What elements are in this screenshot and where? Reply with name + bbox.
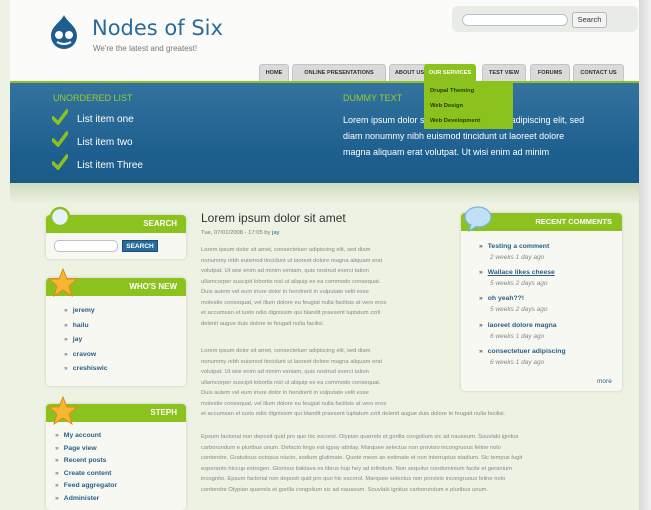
banner-list-item: List item Three	[77, 160, 143, 171]
more-link[interactable]: more	[597, 378, 612, 385]
dummy-line: diam nonummy nibh euismod tincidunt ut l…	[343, 131, 565, 141]
comment-link[interactable]: » Wallace likes cheese	[479, 269, 555, 276]
dummy-line: magna aliquam erat volutpat. Ut wisi eni…	[343, 147, 550, 157]
banner-right-heading: DUMMY TEXT	[343, 93, 403, 103]
user-link[interactable]: » cravow	[64, 351, 96, 358]
user-link[interactable]: » jay	[64, 336, 82, 343]
primary-nav: HOME ONLINE PRESENTATIONS ABOUT US OUR S…	[10, 64, 639, 82]
comment-link[interactable]: » oh yeah??!	[479, 295, 524, 302]
nav-our-services[interactable]: OUR SERVICES	[424, 64, 476, 81]
nav-link-my-account[interactable]: » My account	[55, 432, 101, 439]
comment-time: 5 weeks 2 days ago	[490, 280, 548, 287]
star-icon	[48, 396, 78, 426]
site-name[interactable]: Nodes of Six	[92, 16, 223, 40]
header-search-button[interactable]: Search	[572, 12, 607, 28]
banner-list-item: List item two	[77, 137, 133, 148]
magnifier-icon	[49, 206, 74, 232]
nav-home[interactable]: HOME	[259, 64, 289, 81]
drupal-logo-icon[interactable]	[46, 14, 82, 50]
banner-list-item: List item one	[77, 114, 134, 125]
article-paragraph: Epsum factorial non deposit quid pro quo…	[201, 434, 523, 493]
comment-link[interactable]: » laoreet dolore magna	[479, 322, 557, 329]
article-title[interactable]: Lorem ipsum dolor sit amet	[201, 211, 346, 225]
nav-forums[interactable]: FORUMS	[530, 64, 570, 81]
nav-test-view[interactable]: TEST VIEW	[482, 64, 526, 81]
dropdown-item-web-design[interactable]: Web Design	[424, 99, 513, 114]
comment-time: 6 weeks 1 day ago	[490, 333, 545, 340]
comment-time: 2 weeks 1 day ago	[490, 254, 545, 261]
dropdown-item-web-development[interactable]: Web Development	[424, 114, 513, 129]
sidebar-search-input[interactable]	[54, 240, 118, 252]
user-link[interactable]: » jeremy	[64, 307, 95, 314]
header-search-input[interactable]	[462, 14, 568, 26]
nav-link-feed-aggregator[interactable]: » Feed aggregator	[55, 482, 117, 489]
comment-link[interactable]: » consectetuer adipiscing	[479, 348, 566, 355]
nav-link-page-view[interactable]: » Page view	[55, 445, 97, 452]
nav-online-presentations[interactable]: ONLINE PRESENTATIONS	[292, 64, 386, 81]
banner-left-heading: UNORDERED LIST	[53, 93, 133, 103]
user-link[interactable]: » hailu	[64, 322, 89, 329]
author-link[interactable]: jay	[272, 230, 279, 236]
nav-contact-us[interactable]: CONTACT US	[573, 64, 624, 81]
comment-time: 6 weeks 1 day ago	[490, 359, 545, 366]
site-header: Nodes of Six We're the latest and greate…	[10, 0, 639, 82]
recent-comments-block: RECENT COMMENTS » Testing a comment 2 wee…	[461, 213, 622, 391]
star-icon	[48, 268, 78, 298]
checkmark-icon	[52, 109, 68, 125]
article-meta: Tue, 07/01/2008 - 17:05 by jay	[201, 230, 280, 236]
nav-link-create-content[interactable]: » Create content	[55, 470, 111, 477]
sidebar-search-button[interactable]: SEARCH	[122, 240, 158, 252]
checkmark-icon	[52, 154, 68, 170]
services-dropdown: Drupal Theming Web Design Web Developmen…	[424, 81, 513, 129]
comment-link[interactable]: » Testing a comment	[479, 243, 549, 250]
article-paragraph: Lorem ipsum dolor sit amet, consectetuer…	[201, 247, 387, 327]
page-shadow	[639, 0, 651, 510]
nav-link-administer[interactable]: » Administer	[55, 495, 99, 502]
header-search: Search	[452, 6, 638, 32]
user-link[interactable]: » creshiswic	[64, 365, 108, 372]
speech-bubble-icon	[464, 206, 492, 232]
comment-time: 5 weeks 2 days ago	[490, 306, 548, 313]
site-slogan: We're the latest and greatest!	[93, 44, 198, 53]
banner-fade	[10, 183, 639, 205]
dropdown-item-drupal-theming[interactable]: Drupal Theming	[424, 84, 513, 99]
nav-link-recent-posts[interactable]: » Recent posts	[55, 457, 106, 464]
checkmark-icon	[52, 131, 68, 147]
